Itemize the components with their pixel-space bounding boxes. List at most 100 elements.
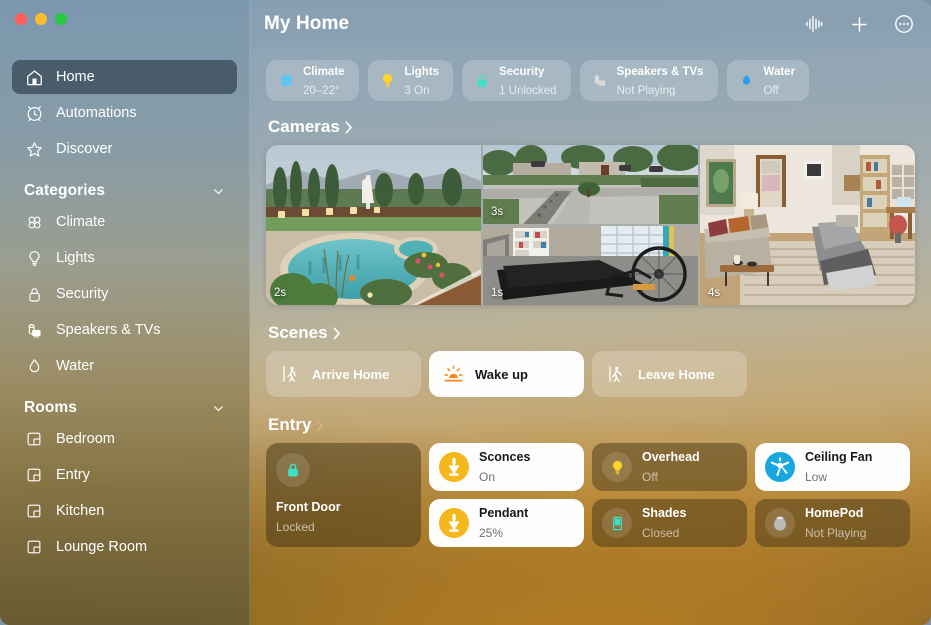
accessory-homepod[interactable]: HomePod Not Playing	[755, 499, 910, 547]
status-pill-climate[interactable]: Climate 20–22°	[266, 60, 359, 101]
categories-header[interactable]: Categories	[12, 182, 237, 200]
siri-waveform-icon[interactable]	[803, 13, 825, 35]
rooms-header[interactable]: Rooms	[12, 399, 237, 417]
accessory-name: Ceiling Fan	[805, 450, 873, 465]
scene-wake-up[interactable]: Wake up	[429, 351, 584, 397]
sidebar-item-label: Lights	[56, 250, 95, 266]
camera-tile-garage[interactable]: 1s	[483, 226, 698, 305]
camera-timestamp: 2s	[274, 287, 287, 299]
sidebar-nav: Home Automations Discover Categories Cli…	[12, 60, 237, 566]
camera-timestamp: 1s	[491, 287, 504, 299]
lock-icon	[276, 453, 310, 487]
entry-section-header[interactable]: Entry	[268, 415, 915, 435]
water-drop-icon	[738, 72, 756, 90]
status-pill-title: Speakers & TVs	[616, 65, 704, 78]
main-content: My Home Climate 20–22° Lights 3 On Secur…	[250, 0, 931, 625]
scene-label: Wake up	[475, 366, 528, 382]
sidebar-item-label: Climate	[56, 214, 106, 230]
chevron-right-icon	[333, 327, 340, 339]
scenes-section-header[interactable]: Scenes	[268, 323, 915, 343]
cameras-section-header[interactable]: Cameras	[268, 117, 915, 137]
sidebar-item-label: Discover	[56, 141, 113, 157]
fan-icon	[24, 212, 44, 232]
status-pill-water[interactable]: Water Off	[726, 60, 810, 101]
sidebar-item-label: Automations	[56, 105, 137, 121]
scene-label: Arrive Home	[312, 366, 390, 382]
rooms-header-label: Rooms	[24, 399, 78, 416]
ceiling-fan-icon	[765, 452, 795, 482]
accessory-name: Shades	[642, 506, 687, 521]
sidebar-item-climate[interactable]: Climate	[12, 205, 237, 239]
sidebar-item-automations[interactable]: Automations	[12, 96, 237, 130]
chevron-right-icon	[345, 121, 352, 133]
sidebar-item-lounge-room[interactable]: Lounge Room	[12, 530, 237, 564]
camera-tile-living-room[interactable]: 4s	[700, 145, 915, 305]
sidebar-item-label: Entry	[56, 467, 90, 483]
accessory-overhead[interactable]: Overhead Off	[592, 443, 747, 491]
scene-leave-home[interactable]: Leave Home	[592, 351, 747, 397]
status-pill-title: Lights	[404, 65, 440, 78]
traffic-lights	[15, 13, 67, 25]
sidebar-item-label: Home	[56, 69, 95, 85]
pendant-light-icon	[439, 508, 469, 538]
accessory-state: Locked	[276, 520, 315, 534]
status-pill-speakers-tvs[interactable]: Speakers & TVs Not Playing	[579, 60, 718, 101]
status-pill-status: 20–22°	[303, 84, 340, 97]
home-app-window: Home Automations Discover Categories Cli…	[0, 0, 931, 625]
accessory-shades[interactable]: Shades Closed	[592, 499, 747, 547]
accessory-ceiling-fan[interactable]: Ceiling Fan Low	[755, 443, 910, 491]
accessory-pendant[interactable]: Pendant 25%	[429, 499, 584, 547]
categories-header-label: Categories	[24, 182, 106, 199]
scene-label: Leave Home	[638, 366, 715, 382]
chevron-right-icon	[316, 419, 324, 431]
accessory-state: Closed	[642, 526, 680, 540]
sidebar-item-security[interactable]: Security	[12, 277, 237, 311]
figure-walk-in-icon	[280, 364, 301, 385]
accessory-name: Sconces	[479, 450, 531, 465]
sidebar-item-water[interactable]: Water	[12, 349, 237, 383]
status-pill-title: Water	[763, 65, 796, 78]
accessory-state: On	[479, 470, 496, 484]
accessory-state: Low	[805, 470, 828, 484]
accessory-front-door[interactable]: Front Door Locked	[266, 443, 421, 547]
sidebar-item-lights[interactable]: Lights	[12, 241, 237, 275]
sidebar-item-discover[interactable]: Discover	[12, 132, 237, 166]
speaker-tv-icon	[24, 320, 44, 340]
accessory-name: HomePod	[805, 506, 864, 521]
minimize-button[interactable]	[35, 13, 47, 25]
status-pill-title: Security	[499, 65, 545, 78]
accessory-state: Off	[642, 470, 658, 484]
camera-column-middle: 3s 1s	[483, 145, 698, 305]
chevron-down-icon	[214, 405, 223, 411]
accessory-sconces[interactable]: Sconces On	[429, 443, 584, 491]
sidebar-item-label: Bedroom	[56, 431, 115, 447]
add-icon[interactable]	[848, 13, 870, 35]
scenes-header-label: Scenes	[268, 323, 328, 342]
sconce-light-icon	[439, 452, 469, 482]
zoom-button[interactable]	[55, 13, 67, 25]
sidebar-item-entry[interactable]: Entry	[12, 458, 237, 492]
star-icon	[24, 139, 44, 159]
scene-arrive-home[interactable]: Arrive Home	[266, 351, 421, 397]
sidebar-item-label: Kitchen	[56, 503, 105, 519]
status-pill-lights[interactable]: Lights 3 On	[367, 60, 454, 101]
accessory-name: Front Door	[276, 500, 341, 514]
water-drop-icon	[24, 356, 44, 376]
sidebar-item-bedroom[interactable]: Bedroom	[12, 422, 237, 456]
close-button[interactable]	[15, 13, 27, 25]
sidebar-item-kitchen[interactable]: Kitchen	[12, 494, 237, 528]
status-pill-security[interactable]: Security 1 Unlocked	[462, 60, 571, 101]
shade-icon	[602, 508, 632, 538]
camera-timestamp: 3s	[491, 206, 504, 218]
sidebar-item-home[interactable]: Home	[12, 60, 237, 94]
clock-icon	[24, 103, 44, 123]
camera-tile-backyard-pool[interactable]: 2s	[266, 145, 481, 305]
status-pill-status: 3 On	[404, 84, 430, 97]
sidebar-item-label: Water	[56, 358, 95, 374]
accessory-name: Pendant	[479, 506, 529, 521]
camera-tile-driveway[interactable]: 3s	[483, 145, 698, 224]
homepod-icon	[765, 508, 795, 538]
chevron-down-icon	[214, 188, 223, 194]
more-options-icon[interactable]	[893, 13, 915, 35]
sidebar-item-speakers-tvs[interactable]: Speakers & TVs	[12, 313, 237, 347]
